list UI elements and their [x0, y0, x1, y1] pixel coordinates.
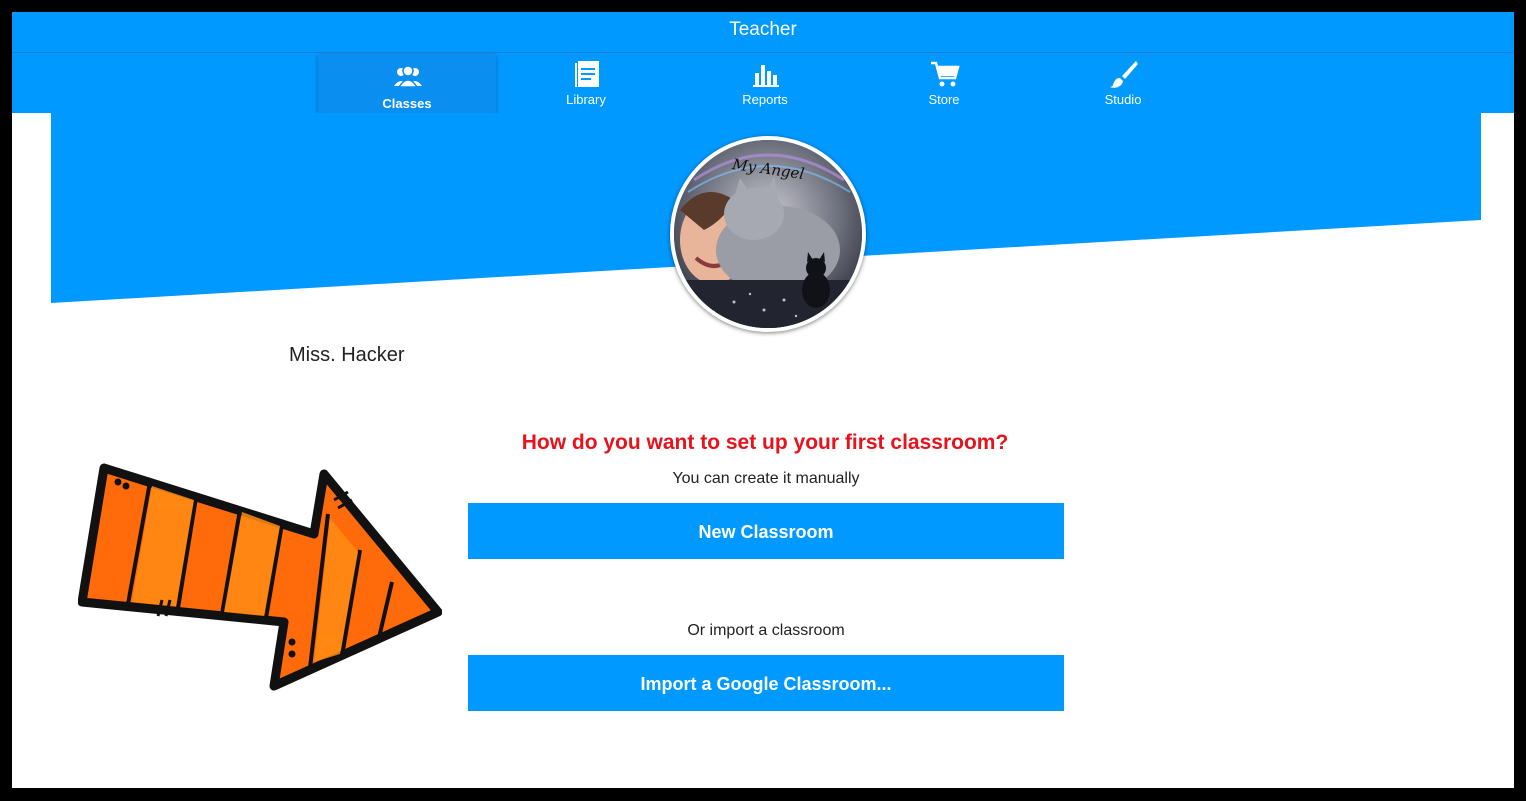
nav-tab-studio[interactable]: Studio [1034, 54, 1212, 114]
cart-icon [931, 61, 960, 87]
arrow-decoration-icon [78, 463, 442, 691]
main-nav: Classes Library Reports Store Studio [318, 54, 1218, 114]
import-google-classroom-button[interactable]: Import a Google Classroom... [468, 655, 1064, 711]
nav-label: Classes [382, 96, 432, 111]
nav-tab-reports[interactable]: Reports [676, 54, 854, 114]
new-classroom-button[interactable]: New Classroom [468, 503, 1064, 559]
paintbrush-icon [1110, 61, 1138, 88]
nav-label: Studio [1104, 92, 1142, 107]
avatar-photo: My Angel [674, 140, 862, 328]
teacher-name: Miss. Hacker [289, 344, 405, 366]
users-icon [394, 65, 422, 88]
manual-hint: You can create it manually [672, 470, 860, 487]
avatar[interactable]: My Angel [670, 136, 866, 332]
setup-question: How do you want to set up your first cla… [521, 431, 1009, 454]
nav-label: Library [566, 92, 606, 107]
nav-label: Store [928, 92, 960, 107]
import-hint: Or import a classroom [687, 622, 845, 639]
top-bar: Teacher Classes Library Reports Store St… [12, 12, 1514, 114]
nav-tab-store[interactable]: Store [855, 54, 1033, 114]
nav-tab-classes[interactable]: Classes [318, 54, 496, 114]
bar-chart-icon [753, 65, 779, 87]
nav-tab-library[interactable]: Library [497, 54, 675, 114]
app-title: Teacher [12, 12, 1514, 53]
book-icon [575, 61, 599, 87]
app-frame: Teacher Classes Library Reports Store St… [12, 12, 1514, 788]
nav-label: Reports [742, 92, 788, 107]
